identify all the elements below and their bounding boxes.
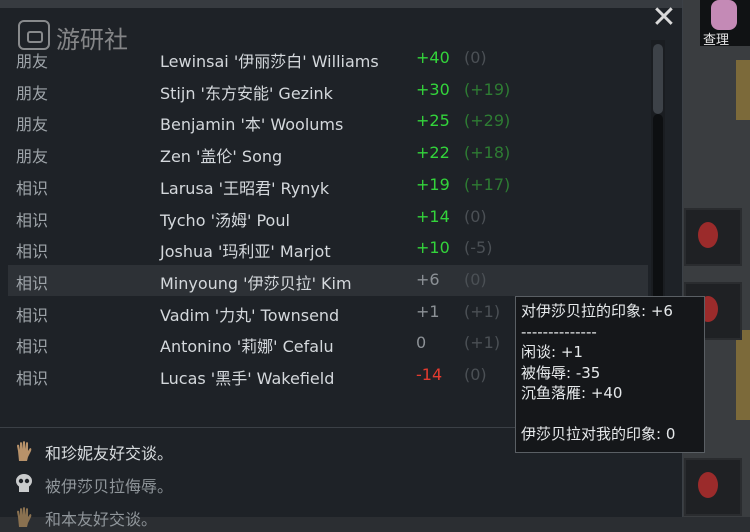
their-opinion: (+17) <box>464 174 511 194</box>
relation-type: 相识 <box>16 242 49 262</box>
pawn-name[interactable]: Joshua '玛利亚' Marjot <box>160 238 331 262</box>
bed-icon <box>698 222 718 248</box>
skull-icon <box>16 474 32 492</box>
relation-type: 朋友 <box>16 147 49 167</box>
wall-segment <box>736 330 750 420</box>
my-opinion: +6 <box>416 269 440 289</box>
relation-type: 朋友 <box>16 83 49 103</box>
relation-row[interactable]: 朋友 Benjamin '本' Woolums +25 (+29) <box>8 106 648 137</box>
my-opinion: +30 <box>416 79 450 99</box>
close-button[interactable]: ✕ <box>648 2 680 34</box>
relation-row[interactable]: 相识 Larusa '王昭君' Rynyk +19 (+17) <box>8 170 648 201</box>
log-item: 被伊莎贝拉侮辱。 <box>0 469 680 499</box>
tooltip-spacer <box>521 404 704 424</box>
panel-top-border <box>0 0 682 8</box>
relation-type: 相识 <box>16 178 49 198</box>
scrollbar-thumb[interactable] <box>653 44 663 114</box>
their-opinion: (+29) <box>464 111 511 131</box>
my-opinion: +40 <box>416 48 450 67</box>
tooltip-footer: 伊莎贝拉对我的印象: 0 <box>521 424 676 443</box>
hand-icon <box>17 441 32 461</box>
log-item: 和本友好交谈。 <box>0 502 680 532</box>
hand-icon <box>17 507 32 527</box>
relation-type: 相识 <box>16 337 49 357</box>
pawn-name[interactable]: Lewinsai '伊丽莎白' Williams <box>160 48 379 72</box>
relation-row[interactable]: 朋友 Zen '盖伦' Song +22 (+18) <box>8 138 648 169</box>
log-text: 被伊莎贝拉侮辱。 <box>45 477 174 496</box>
relation-type: 朋友 <box>16 52 49 71</box>
my-opinion: +25 <box>416 111 450 131</box>
pawn-name[interactable]: Zen '盖伦' Song <box>160 143 282 167</box>
relation-type: 相识 <box>16 273 49 293</box>
pawn-name[interactable]: Tycho '汤姆' Poul <box>160 207 290 231</box>
my-opinion: +14 <box>416 206 450 226</box>
bed-tile <box>684 208 742 266</box>
bed-icon <box>698 472 718 498</box>
tooltip-separator: -------------- <box>521 322 597 341</box>
their-opinion: (0) <box>464 206 487 226</box>
their-opinion: (-5) <box>464 238 493 258</box>
my-opinion: +22 <box>416 143 450 163</box>
their-opinion: (+1) <box>464 333 501 353</box>
tooltip-line: 闲谈: +1 <box>521 343 583 361</box>
my-opinion: +1 <box>416 301 440 321</box>
tooltip-line: 被侮辱: -35 <box>521 363 601 382</box>
wall-segment <box>736 60 750 120</box>
pawn-name[interactable]: Antonino '莉娜' Cefalu <box>160 333 334 357</box>
colonist-name-label[interactable]: 查理 <box>703 29 729 48</box>
tooltip-line: 沉鱼落雁: +40 <box>521 384 623 402</box>
their-opinion: (0) <box>464 269 487 289</box>
relation-row[interactable]: 相识 Minyoung '伊莎贝拉' Kim +6 (0) <box>8 264 648 296</box>
pawn-name[interactable]: Benjamin '本' Woolums <box>160 111 343 135</box>
my-opinion: +10 <box>416 238 450 258</box>
pawn-name[interactable]: Minyoung '伊莎贝拉' Kim <box>160 270 352 294</box>
their-opinion: (0) <box>464 48 487 67</box>
pawn-name[interactable]: Lucas '黑手' Wakefield <box>160 365 334 389</box>
my-opinion: -14 <box>416 365 443 384</box>
relation-type: 相识 <box>16 369 49 388</box>
log-text: 和珍妮友好交谈。 <box>45 444 174 463</box>
relation-row[interactable]: 相识 Tycho '汤姆' Poul +14 (0) <box>8 202 648 233</box>
relation-row[interactable]: 朋友 Lewinsai '伊丽莎白' Williams +40 (0) <box>8 43 648 74</box>
log-text: 和本友好交谈。 <box>45 510 158 529</box>
their-opinion: (+1) <box>464 301 501 321</box>
colonist-portrait-icon[interactable] <box>711 0 737 30</box>
relation-row[interactable]: 朋友 Stijn '东方安能' Gezink +30 (+19) <box>8 75 648 106</box>
bed-tile <box>684 458 742 516</box>
pawn-name[interactable]: Stijn '东方安能' Gezink <box>160 80 333 104</box>
relation-type: 相识 <box>16 305 49 325</box>
their-opinion: (+19) <box>464 79 511 99</box>
my-opinion: +19 <box>416 174 450 194</box>
their-opinion: (0) <box>464 365 487 384</box>
relation-row[interactable]: 相识 Joshua '玛利亚' Marjot +10 (-5) <box>8 233 648 264</box>
opinion-tooltip: 对伊莎贝拉的印象: +6 -------------- 闲谈: +1 被侮辱: … <box>515 296 705 453</box>
pawn-name[interactable]: Vadim '力丸' Townsend <box>160 302 339 326</box>
relation-type: 相识 <box>16 210 49 230</box>
tooltip-title: 对伊莎贝拉的印象: +6 <box>521 302 673 320</box>
my-opinion: 0 <box>416 333 427 353</box>
their-opinion: (+18) <box>464 143 511 163</box>
pawn-name[interactable]: Larusa '王昭君' Rynyk <box>160 175 329 199</box>
relation-type: 朋友 <box>16 115 49 135</box>
